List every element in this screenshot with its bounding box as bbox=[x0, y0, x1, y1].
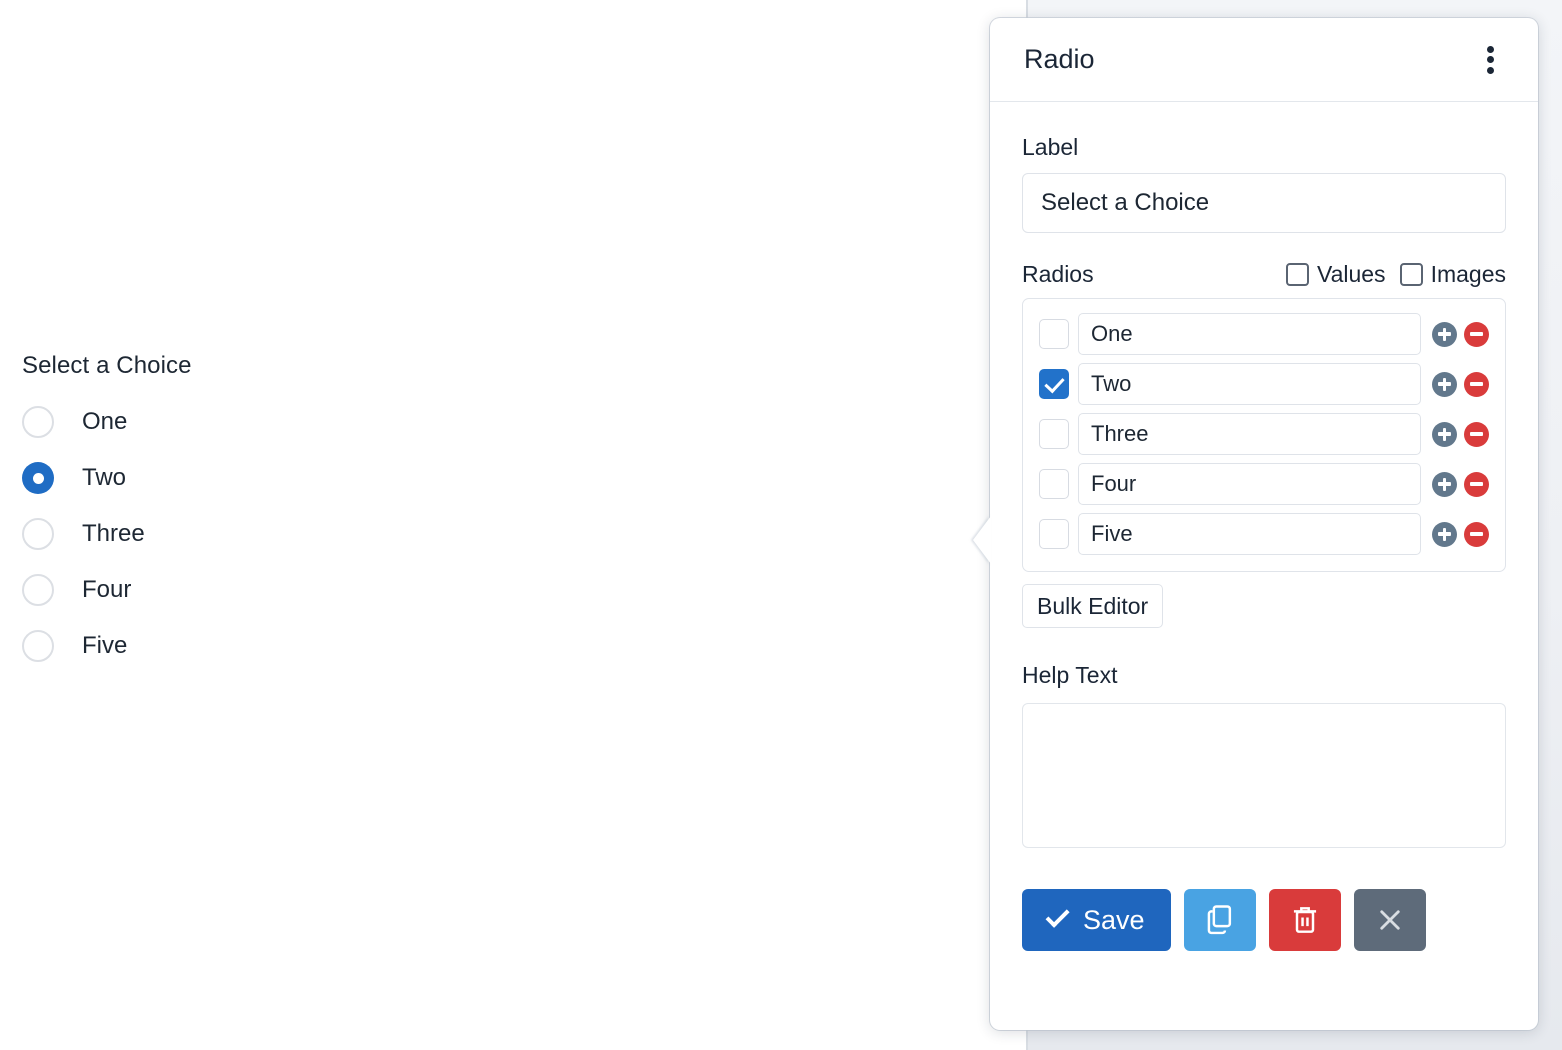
values-toggle[interactable]: Values bbox=[1285, 261, 1386, 288]
minus-circle-icon[interactable] bbox=[1464, 421, 1489, 447]
help-text-textarea[interactable] bbox=[1022, 703, 1506, 848]
kebab-dot bbox=[1486, 45, 1494, 53]
preview-radio-label: Five bbox=[82, 632, 128, 659]
plus-circle-icon[interactable] bbox=[1432, 471, 1457, 497]
option-default-checkbox-icon[interactable] bbox=[1039, 469, 1069, 499]
option-text-input[interactable] bbox=[1078, 363, 1421, 405]
option-text-input[interactable] bbox=[1078, 513, 1421, 555]
preview-radio-option-four[interactable]: Four bbox=[22, 562, 542, 618]
preview-radio-label: Two bbox=[82, 464, 127, 491]
kebab-dot bbox=[1486, 56, 1494, 63]
minus-circle-icon[interactable] bbox=[1464, 521, 1489, 547]
panel-body: Label Radios Values Images bbox=[990, 102, 1538, 951]
radio-option-row bbox=[1039, 513, 1489, 555]
delete-button[interactable] bbox=[1268, 889, 1341, 951]
help-text-heading: Help Text bbox=[1022, 662, 1118, 688]
panel-footer-actions: Save bbox=[1022, 889, 1506, 951]
app-root: Select a Choice One Two Three Four Five … bbox=[0, 0, 1562, 1050]
close-x-icon bbox=[1379, 910, 1400, 930]
save-button[interactable]: Save bbox=[1022, 889, 1171, 951]
plus-circle-icon[interactable] bbox=[1432, 521, 1457, 547]
preview-radio-label: One bbox=[82, 408, 128, 435]
preview-radio-option-two[interactable]: Two bbox=[22, 450, 542, 506]
save-button-label: Save bbox=[1083, 904, 1145, 935]
preview-radio-option-five[interactable]: Five bbox=[22, 618, 542, 674]
option-text-input[interactable] bbox=[1078, 463, 1421, 505]
form-preview: Select a Choice One Two Three Four Five bbox=[22, 352, 542, 674]
close-button[interactable] bbox=[1353, 889, 1426, 951]
plus-circle-icon[interactable] bbox=[1432, 421, 1457, 447]
option-default-checkbox-icon[interactable] bbox=[1039, 319, 1069, 349]
radio-icon[interactable] bbox=[22, 574, 54, 606]
values-toggle-label: Values bbox=[1316, 261, 1386, 287]
radio-option-row bbox=[1039, 363, 1489, 405]
preview-question-title: Select a Choice bbox=[22, 352, 192, 379]
plus-circle-icon[interactable] bbox=[1432, 371, 1457, 397]
check-icon bbox=[1045, 903, 1070, 928]
preview-radio-label: Three bbox=[82, 520, 145, 547]
radio-icon[interactable] bbox=[22, 630, 54, 662]
label-field-heading: Label bbox=[1022, 134, 1079, 160]
checkbox-icon[interactable] bbox=[1399, 263, 1423, 286]
option-default-checkbox-checked-icon[interactable] bbox=[1039, 369, 1069, 399]
duplicate-button[interactable] bbox=[1183, 889, 1256, 951]
panel-pointer-arrow bbox=[973, 516, 991, 564]
radio-icon[interactable] bbox=[22, 518, 54, 550]
images-toggle-label: Images bbox=[1430, 261, 1506, 287]
radios-heading: Radios bbox=[1022, 261, 1094, 287]
checkbox-icon[interactable] bbox=[1285, 263, 1309, 286]
kebab-menu-icon[interactable] bbox=[1476, 43, 1504, 77]
images-toggle[interactable]: Images bbox=[1399, 261, 1506, 288]
radios-section-header: Radios Values Images bbox=[1022, 261, 1506, 288]
minus-circle-icon[interactable] bbox=[1464, 371, 1489, 397]
radio-settings-panel: Radio Label Radios Values Images bbox=[973, 18, 1538, 1030]
option-default-checkbox-icon[interactable] bbox=[1039, 419, 1069, 449]
radio-option-row bbox=[1039, 313, 1489, 355]
kebab-dot bbox=[1486, 66, 1494, 74]
radio-option-row bbox=[1039, 463, 1489, 505]
preview-radio-label: Four bbox=[82, 576, 132, 603]
minus-circle-icon[interactable] bbox=[1464, 471, 1489, 497]
radio-options-list bbox=[1022, 298, 1506, 572]
radio-icon[interactable] bbox=[22, 406, 54, 438]
option-text-input[interactable] bbox=[1078, 413, 1421, 455]
option-text-input[interactable] bbox=[1078, 313, 1421, 355]
panel-title: Radio bbox=[1024, 44, 1095, 74]
plus-circle-icon[interactable] bbox=[1432, 321, 1457, 347]
radio-selected-icon[interactable] bbox=[22, 462, 54, 494]
trash-icon bbox=[1293, 907, 1316, 933]
minus-circle-icon[interactable] bbox=[1464, 321, 1489, 347]
preview-radio-option-three[interactable]: Three bbox=[22, 506, 542, 562]
panel-header: Radio bbox=[990, 18, 1538, 102]
label-input[interactable] bbox=[1022, 173, 1506, 233]
copy-icon bbox=[1207, 905, 1231, 935]
radio-option-row bbox=[1039, 413, 1489, 455]
bulk-editor-button[interactable]: Bulk Editor bbox=[1022, 584, 1164, 628]
option-default-checkbox-icon[interactable] bbox=[1039, 519, 1069, 549]
preview-radio-option-one[interactable]: One bbox=[22, 394, 542, 450]
